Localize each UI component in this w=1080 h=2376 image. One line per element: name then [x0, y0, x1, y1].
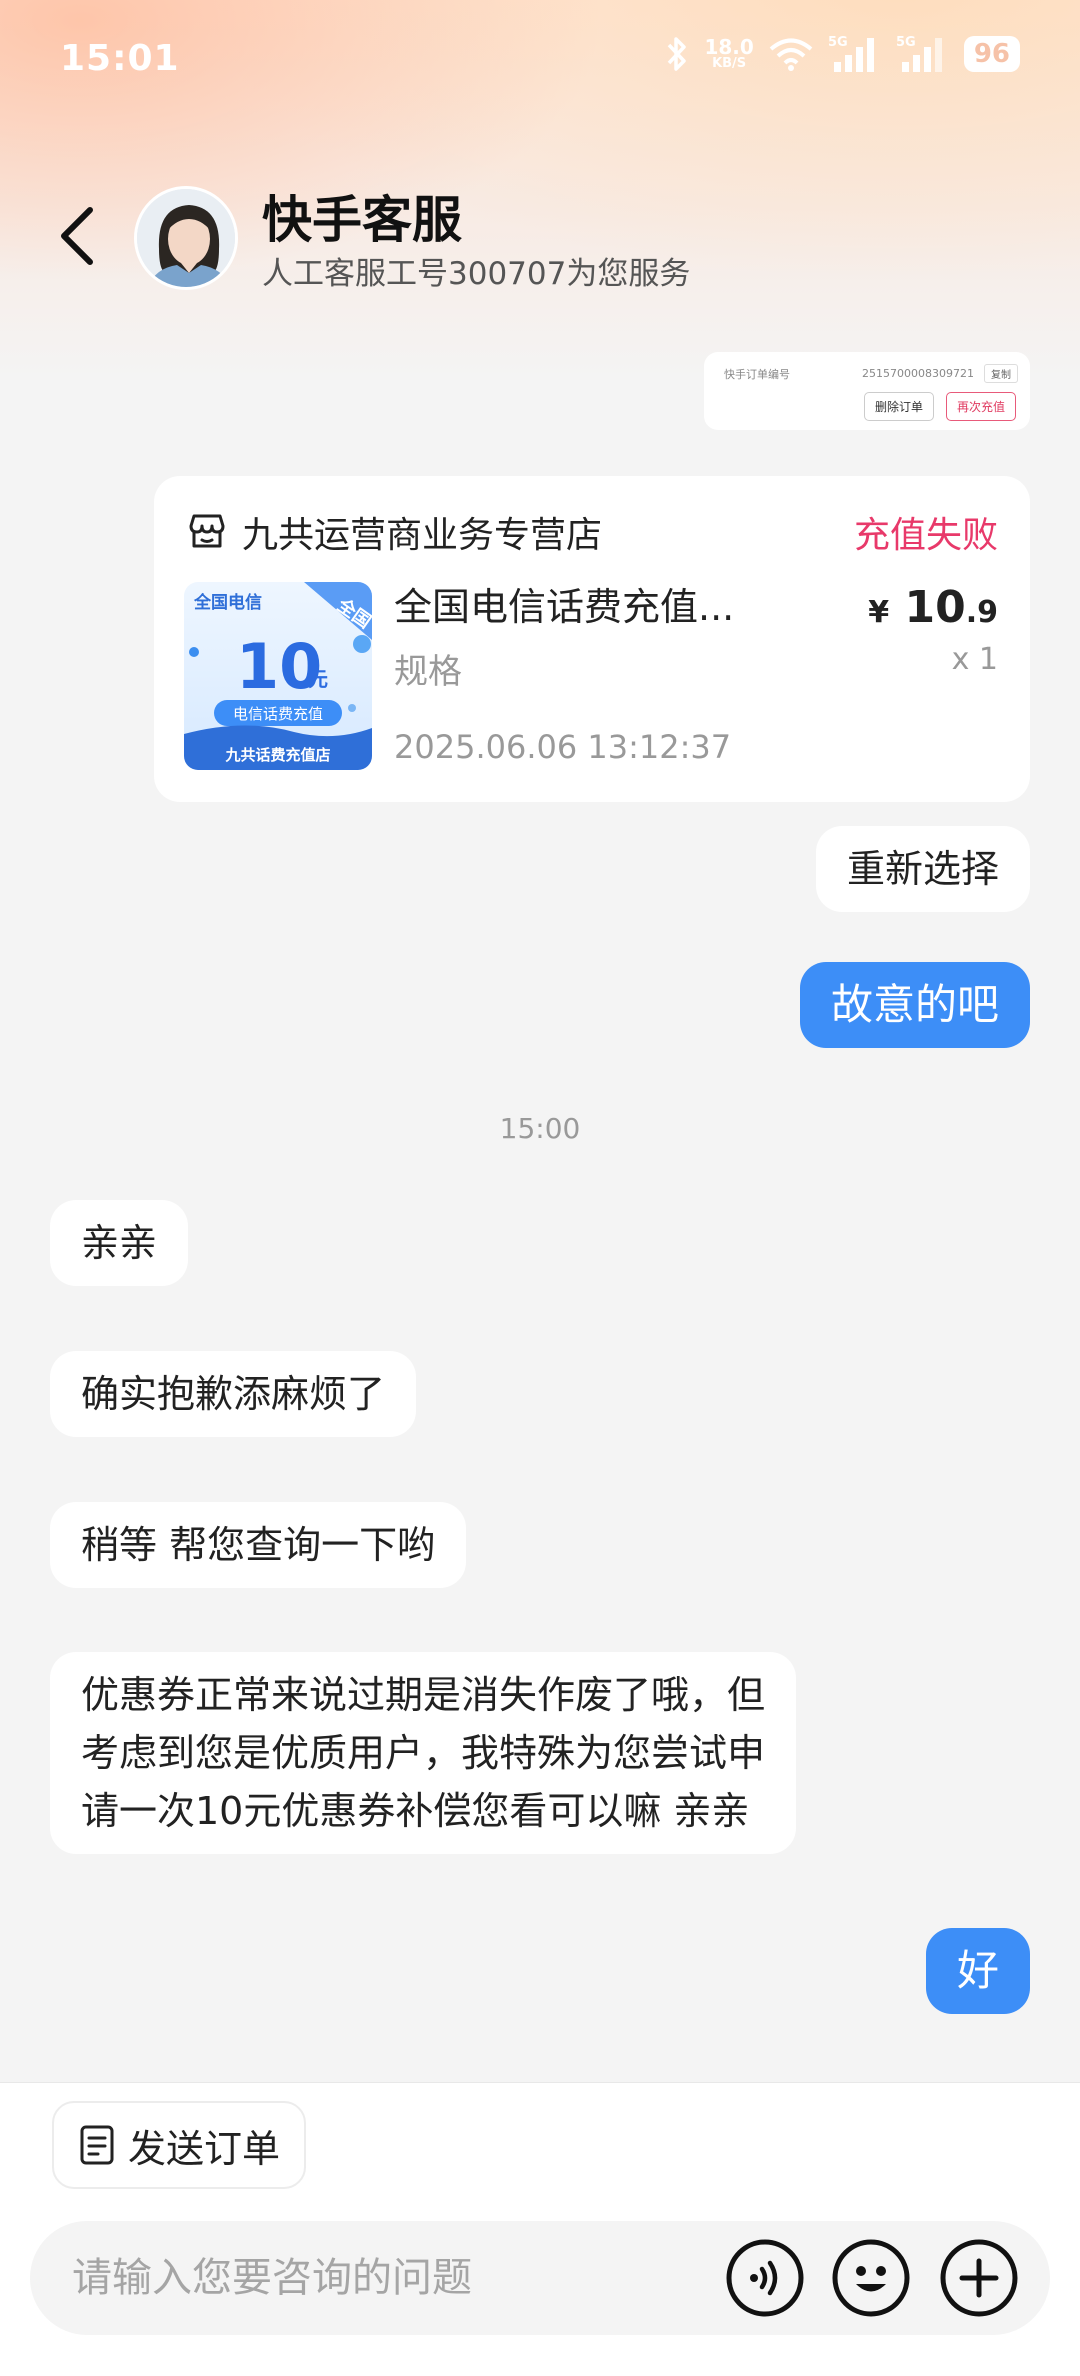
send-order-button[interactable]: 发送订单 — [52, 2101, 307, 2189]
thumb-unit: 元 — [308, 667, 328, 691]
price-symbol: ¥ — [868, 595, 890, 630]
order-preview-card[interactable]: 快手订单编号 2515700008309721 复制 删除订单 再次充值 — [704, 352, 1030, 430]
message-line: 考虑到您是优质用户，我特殊为您尝试申 — [81, 1731, 766, 1775]
plus-icon[interactable] — [938, 2237, 1020, 2319]
price-integer: 10 — [904, 582, 966, 633]
page-subtitle: 人工客服工号300707为您服务 — [262, 256, 691, 292]
send-order-label: 发送订单 — [128, 2126, 281, 2171]
signal-5g-icon: 5G — [828, 35, 874, 72]
agent-avatar[interactable] — [134, 186, 238, 290]
product-spec: 规格 — [394, 652, 462, 692]
store-name: 九共运营商业务专营店 — [242, 515, 603, 556]
copy-button[interactable]: 复制 — [984, 364, 1018, 383]
message-bubble-agent-long[interactable]: 优惠券正常来说过期是消失作废了哦，但 考虑到您是优质用户，我特殊为您尝试申 请一… — [50, 1652, 797, 1854]
price-decimal: .9 — [965, 595, 998, 630]
status-time: 15:01 — [60, 38, 180, 79]
message-bubble-agent[interactable]: 亲亲 — [50, 1200, 189, 1286]
order-number: 2515700008309721 — [862, 367, 974, 380]
bluetooth-icon — [668, 37, 687, 71]
voice-icon[interactable] — [724, 2237, 806, 2319]
product-price: ¥ 10.9 — [868, 582, 998, 633]
speed-unit: KB/S — [712, 56, 747, 71]
timestamp-separator: 15:00 — [499, 1112, 581, 1145]
composer-area: 发送订单 — [0, 2082, 1080, 2376]
emoji-icon[interactable] — [830, 2237, 912, 2319]
message-bubble-agent[interactable]: 稍等 帮您查询一下哟 — [50, 1502, 467, 1588]
message-bubble-user[interactable]: 重新选择 — [815, 826, 1030, 912]
order-number-row: 快手订单编号 2515700008309721 复制 — [724, 364, 1018, 383]
store-icon — [189, 514, 225, 548]
wifi-icon — [769, 38, 813, 71]
svg-text:5G: 5G — [896, 35, 916, 50]
thumb-footer-text: 九共话费充值店 — [224, 746, 330, 764]
network-speed: 18.0 KB/S — [704, 37, 753, 71]
product-name: 全国电信话费充值... — [394, 585, 735, 629]
svg-text:5G: 5G — [828, 35, 848, 50]
message-input[interactable] — [72, 2251, 692, 2305]
page-title: 快手客服 — [262, 191, 462, 249]
product-image: 全国 全国电信 10 元 电信话费充值 九共话费充值店 — [184, 582, 372, 770]
status-bar: 15:01 18.0 KB/S 5G 5G 96 — [0, 0, 1080, 120]
order-actions: 删除订单 再次充值 — [863, 392, 1016, 421]
message-line: 请一次10元优惠券补偿您看可以嘛 亲亲 — [81, 1789, 750, 1833]
message-bubble-user[interactable]: 故意的吧 — [799, 962, 1030, 1048]
status-icons: 18.0 KB/S 5G 5G 96 — [664, 34, 1020, 74]
order-status: 充值失败 — [853, 515, 998, 556]
order-card[interactable]: 九共运营商业务专营店 充值失败 全国 全国电信 10 元 电信话费充值 九共话费… — [154, 476, 1030, 802]
recharge-again-button[interactable]: 再次充值 — [945, 392, 1016, 421]
chevron-left-icon — [61, 207, 93, 265]
document-icon — [80, 2125, 114, 2165]
battery-indicator: 96 — [963, 36, 1020, 72]
thumb-top-left-text: 全国电信 — [193, 592, 262, 613]
signal-5g-icon-2: 5G — [896, 35, 942, 72]
order-number-label: 快手订单编号 — [724, 367, 790, 381]
delete-order-button[interactable]: 删除订单 — [863, 392, 934, 421]
back-button[interactable] — [50, 200, 110, 270]
message-line: 优惠券正常来说过期是消失作废了哦，但 — [81, 1673, 766, 1717]
input-bar — [30, 2221, 1050, 2335]
thumb-pill-text: 电信话费充值 — [233, 705, 323, 723]
product-quantity: x 1 — [951, 642, 998, 677]
message-bubble-agent[interactable]: 确实抱歉添麻烦了 — [50, 1351, 417, 1437]
order-time: 2025.06.06 13:12:37 — [394, 728, 732, 766]
message-bubble-user[interactable]: 好 — [925, 1928, 1030, 2014]
product-thumbnail: 全国 全国电信 10 元 电信话费充值 九共话费充值店 — [184, 582, 372, 770]
